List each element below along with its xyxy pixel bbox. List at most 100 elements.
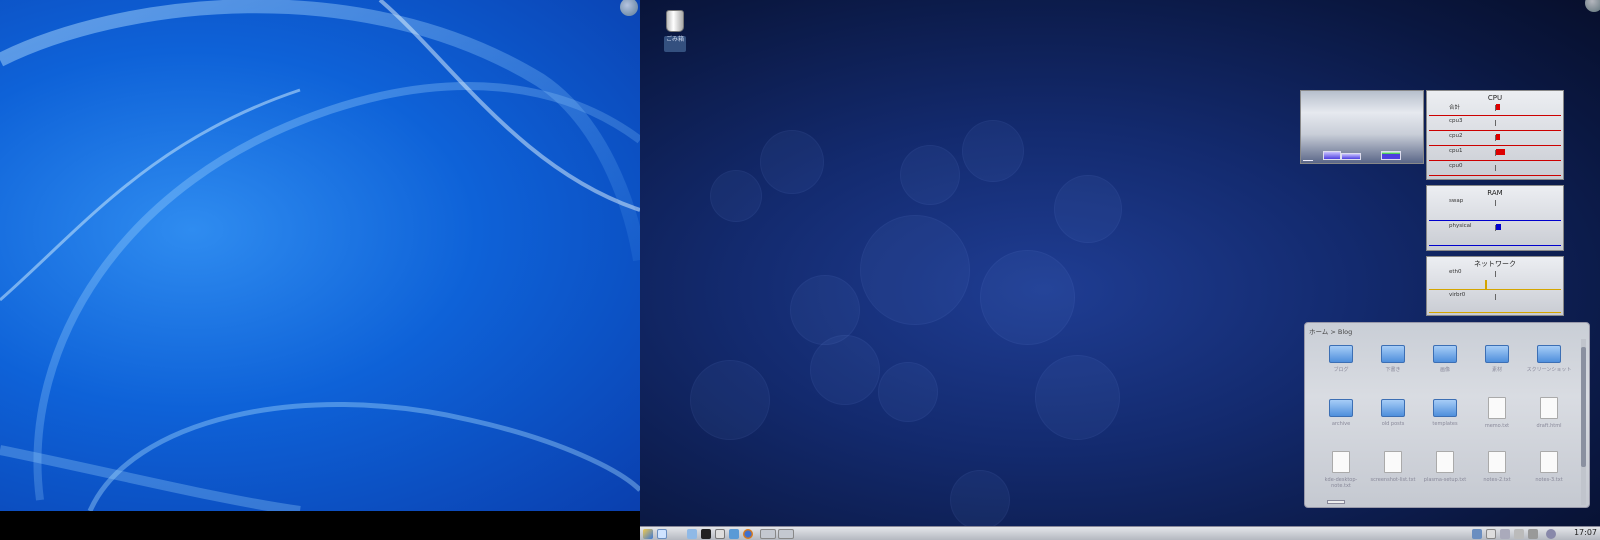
bokeh-circle xyxy=(810,335,880,405)
item-name: kde-desktop-note.txt xyxy=(1324,477,1358,489)
cpu-row: cpu1 xyxy=(1427,148,1563,163)
pager-desktop-1[interactable] xyxy=(760,529,776,539)
folder-item[interactable]: templates xyxy=(1419,395,1471,451)
network-row: eth0 xyxy=(1427,269,1563,292)
folder-item[interactable]: 下書き xyxy=(1367,341,1419,397)
folder-icon xyxy=(1485,345,1509,363)
folder-view-resize-handle[interactable] xyxy=(1327,500,1345,504)
file-item[interactable]: draft.html xyxy=(1523,395,1575,451)
desktop-toolbox-button[interactable] xyxy=(1585,0,1600,12)
gauge-bar xyxy=(1341,153,1361,160)
ram-row-tick xyxy=(1495,200,1496,206)
left-desktop-wallpaper[interactable] xyxy=(0,0,640,511)
item-name: archive xyxy=(1331,421,1351,427)
item-name: templates xyxy=(1432,421,1458,427)
ram-history-line xyxy=(1429,245,1561,246)
network-history-line xyxy=(1429,312,1561,313)
cpu-history-line xyxy=(1429,115,1561,116)
bokeh-circle xyxy=(900,145,960,205)
folder-item[interactable]: old posts xyxy=(1367,395,1419,451)
cpu-row-label: 合計 xyxy=(1449,105,1461,111)
ram-row: physical xyxy=(1427,223,1563,248)
bokeh-circle xyxy=(950,470,1010,526)
folder-icon xyxy=(1433,345,1457,363)
gauge-bar xyxy=(1323,151,1341,160)
folder-item[interactable]: ブログ xyxy=(1315,341,1367,397)
volume-icon[interactable] xyxy=(1528,529,1538,539)
file-item[interactable]: plasma-setup.txt xyxy=(1419,449,1471,505)
bokeh-circle xyxy=(760,130,824,194)
document-icon xyxy=(1488,451,1506,473)
left-monitor-black-bar xyxy=(0,511,640,540)
document-icon xyxy=(1332,451,1350,473)
bokeh-circle xyxy=(962,120,1024,182)
gauge-widget[interactable] xyxy=(1300,90,1424,164)
ram-row: swap xyxy=(1427,198,1563,223)
trash-desktop-item[interactable]: ごみ箱 xyxy=(660,10,690,52)
cpu-row-label: cpu3 xyxy=(1449,118,1463,124)
folder-view-widget[interactable]: ホーム > Blog ブログ 下書き 画像 素材 スクリーンショット archive old… xyxy=(1304,322,1590,508)
folder-view-scrollbar[interactable] xyxy=(1581,339,1586,505)
network-row-label: virbr0 xyxy=(1449,292,1466,298)
gauge-bar xyxy=(1381,151,1401,160)
screen: ごみ箱 CPU 合計 cpu3 cpu2 cpu1 cpu0 RAM swap … xyxy=(0,0,1600,540)
ram-monitor-widget[interactable]: RAM swap physical xyxy=(1426,185,1564,251)
cpu-row-label: cpu0 xyxy=(1449,163,1463,169)
network-row: virbr0 xyxy=(1427,292,1563,315)
network-monitor-title: ネットワーク xyxy=(1474,260,1516,268)
file-item[interactable]: notes-2.txt xyxy=(1471,449,1523,505)
bokeh-circle xyxy=(980,250,1075,345)
file-item[interactable]: kde-desktop-note.txt xyxy=(1315,449,1367,505)
document-icon xyxy=(1540,451,1558,473)
tray-device-icon[interactable] xyxy=(1500,529,1510,539)
network-monitor-widget[interactable]: ネットワーク eth0 virbr0 xyxy=(1426,256,1564,316)
network-row-label: eth0 xyxy=(1449,269,1462,275)
file-item[interactable]: memo.txt xyxy=(1471,395,1523,451)
folder-item[interactable]: 素材 xyxy=(1471,341,1523,397)
terminal-icon[interactable] xyxy=(701,529,711,539)
cpu-row: cpu2 xyxy=(1427,133,1563,148)
firefox-icon[interactable] xyxy=(743,529,753,539)
cpu-usage-bar xyxy=(1496,104,1500,110)
network-row-tick xyxy=(1495,271,1496,277)
bokeh-circle xyxy=(878,362,938,422)
cpu-row-tick xyxy=(1495,165,1496,171)
wallpaper-swirls xyxy=(0,0,640,511)
folder-icon xyxy=(1329,345,1353,363)
cpu-row: cpu3 xyxy=(1427,118,1563,133)
document-icon xyxy=(1436,451,1454,473)
item-name: old posts xyxy=(1381,421,1405,427)
file-item[interactable]: screenshot-list.txt xyxy=(1367,449,1419,505)
tray-network-icon[interactable] xyxy=(1514,529,1524,539)
network-manager-icon[interactable] xyxy=(729,529,739,539)
document-icon xyxy=(1540,397,1558,419)
file-manager-icon[interactable] xyxy=(687,529,697,539)
kickoff-menu-icon[interactable] xyxy=(643,529,653,539)
folder-icon xyxy=(1537,345,1561,363)
clock[interactable]: 17:07 xyxy=(1574,528,1597,537)
document-icon xyxy=(1384,451,1402,473)
text-editor-icon[interactable] xyxy=(715,529,725,539)
network-traffic-spike xyxy=(1485,280,1487,290)
cpu-row: cpu0 xyxy=(1427,163,1563,178)
scrollbar-thumb[interactable] xyxy=(1581,347,1586,467)
cpu-monitor-title: CPU xyxy=(1487,94,1503,102)
tray-display-icon[interactable] xyxy=(1472,529,1482,539)
folder-item[interactable]: 画像 xyxy=(1419,341,1471,397)
right-desktop-wallpaper[interactable]: ごみ箱 CPU 合計 cpu3 cpu2 cpu1 cpu0 RAM swap … xyxy=(640,0,1600,526)
ram-history-line xyxy=(1429,220,1561,221)
bokeh-circle xyxy=(1035,355,1120,440)
notifications-icon[interactable] xyxy=(1546,529,1556,539)
folder-icon xyxy=(1433,399,1457,417)
cpu-monitor-widget[interactable]: CPU 合計 cpu3 cpu2 cpu1 cpu0 xyxy=(1426,90,1564,180)
folder-view-path[interactable]: ホーム > Blog xyxy=(1305,323,1589,336)
cpu-row-label: cpu2 xyxy=(1449,133,1463,139)
trash-icon xyxy=(666,10,684,32)
tray-clipboard-icon[interactable] xyxy=(1486,529,1496,539)
desktop-show-icon[interactable] xyxy=(657,529,667,539)
file-item[interactable]: notes-3.txt xyxy=(1523,449,1575,505)
ram-usage-bar xyxy=(1496,224,1501,230)
folder-item[interactable]: archive xyxy=(1315,395,1367,451)
folder-item[interactable]: スクリーンショット xyxy=(1523,341,1575,397)
pager-desktop-2[interactable] xyxy=(778,529,794,539)
